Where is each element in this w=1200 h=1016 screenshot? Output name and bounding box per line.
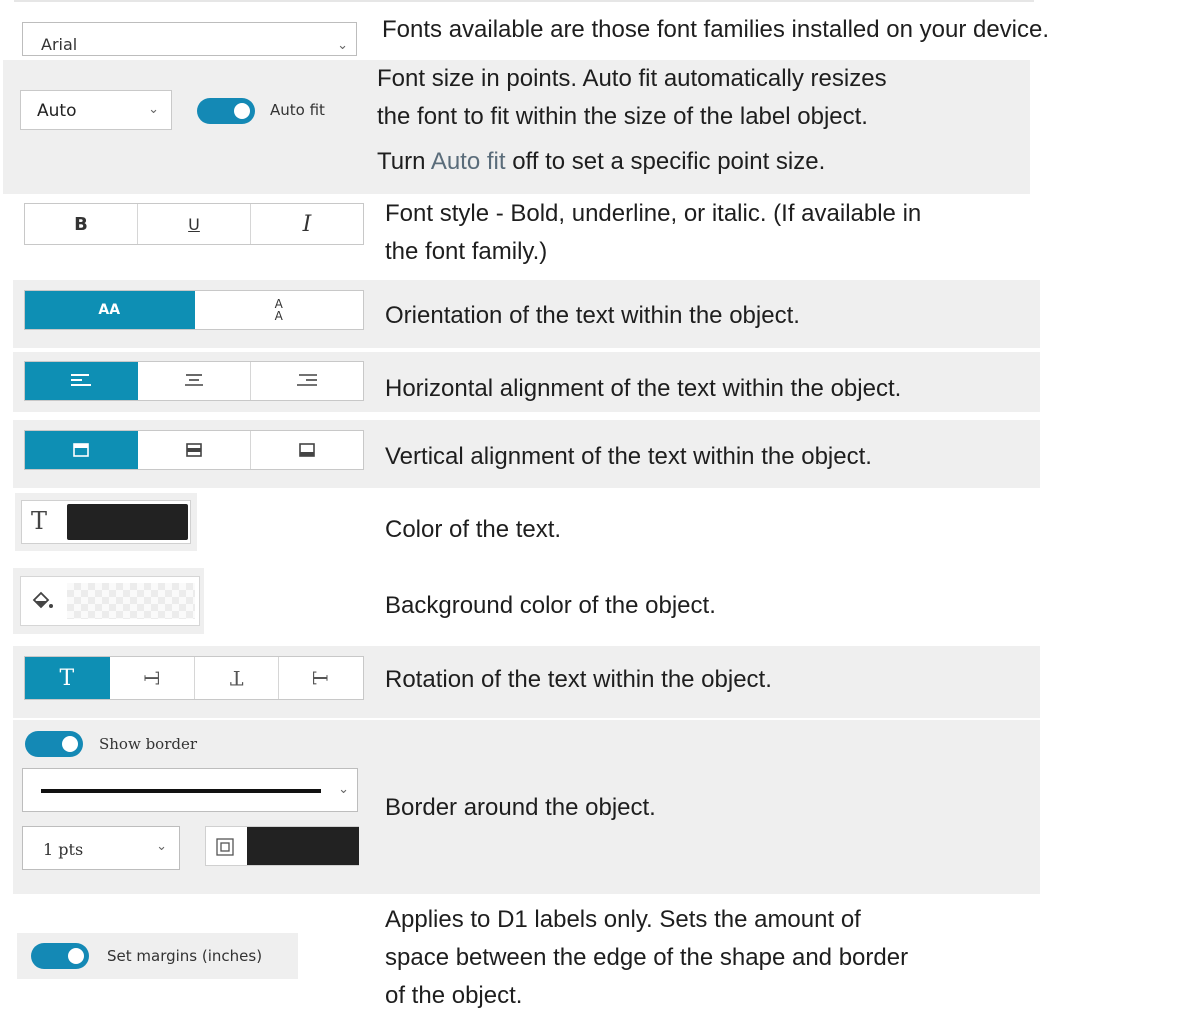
top-divider [14,0,1034,2]
italic-button[interactable]: I [251,204,363,244]
margins-description-line2: space between the edge of the shape and … [385,944,909,971]
text-color-swatch [67,504,188,540]
align-top-icon [73,443,89,457]
underline-button[interactable]: U [138,204,251,244]
font-family-select[interactable]: Arial ⌄ [22,22,357,56]
rotation-180-button[interactable]: T [195,657,280,699]
chevron-down-icon: ⌄ [337,37,348,52]
text-color-description: Color of the text. [385,516,562,543]
auto-fit-toggle[interactable] [197,98,255,124]
background-color-picker[interactable] [20,576,200,626]
font-size-description-line3-post: off to set a specific point size. [505,148,826,175]
font-size-select[interactable]: Auto ⌄ [20,90,172,130]
align-middle-icon [186,443,202,457]
margins-description-line3: of the object. [385,982,523,1009]
stacked-text-icon: AA [274,297,283,323]
orientation-horizontal-button[interactable]: AA [25,291,195,329]
auto-fit-link-text: Auto fit [430,148,506,175]
align-left-button[interactable] [25,362,138,400]
font-size-value: Auto [37,101,77,121]
vertical-alignment-group [24,430,364,470]
show-border-label: Show border [99,735,198,753]
font-size-description-line3: Turn Auto fit off to set a specific poin… [377,143,825,180]
font-size-description-line2: the font to fit within the size of the l… [377,103,868,130]
text-rotation-none-icon: T [59,665,75,691]
rotation-group: T T T T [24,656,364,700]
border-width-select[interactable]: 1 pts ⌄ [22,826,180,870]
align-right-button[interactable] [251,362,363,400]
font-style-description-line2: the font family.) [385,238,548,265]
text-rotation-90-icon: T [139,671,164,685]
align-bottom-button[interactable] [251,431,363,469]
set-margins-toggle[interactable] [31,943,89,969]
background-color-description: Background color of the object. [385,592,716,619]
border-color-picker[interactable] [205,826,359,866]
vertical-alignment-description: Vertical alignment of the text within th… [385,443,872,470]
text-rotation-180-icon: T [229,666,244,690]
rotation-none-button[interactable]: T [25,657,110,699]
rotation-90-button[interactable]: T [110,657,195,699]
align-right-icon [297,374,317,386]
rotation-description: Rotation of the text within the object. [385,666,772,693]
orientation-stacked-button[interactable]: AA [195,291,364,329]
paint-bucket-icon [32,591,53,609]
chevron-down-icon: ⌄ [338,781,349,796]
border-description: Border around the object. [385,794,656,821]
border-color-swatch [247,827,359,865]
orientation-group: AA AA [24,290,364,330]
italic-glyph: I [302,211,312,237]
transparent-swatch [67,583,195,619]
font-size-description-line1: Font size in points. Auto fit automatica… [377,65,887,92]
orientation-horizontal-glyph: AA [98,302,121,318]
margins-description-line1: Applies to D1 labels only. Sets the amou… [385,906,861,933]
underline-glyph: U [188,214,200,234]
text-rotation-270-icon: T [309,671,334,685]
align-bottom-icon [299,443,315,457]
border-style-select[interactable]: ⌄ [22,768,358,812]
font-family-value: Arial [41,35,78,54]
align-center-button[interactable] [138,362,251,400]
show-border-toggle[interactable] [25,731,83,757]
border-width-value: 1 pts [43,840,84,859]
align-left-icon [71,374,91,386]
font-size-description-line3-pre: Turn [377,148,431,175]
border-box-icon [216,838,234,856]
bold-glyph: B [74,213,88,235]
border-style-line [41,789,321,793]
chevron-down-icon: ⌄ [148,101,159,116]
align-center-icon [185,374,203,386]
text-color-picker[interactable]: T [21,500,191,544]
bold-button[interactable]: B [25,204,138,244]
auto-fit-label: Auto fit [270,101,325,119]
font-style-description-line1: Font style - Bold, underline, or italic.… [385,200,922,227]
text-color-icon: T [31,507,48,535]
chevron-down-icon: ⌄ [156,838,167,853]
font-style-group: B U I [24,203,364,245]
rotation-270-button[interactable]: T [279,657,363,699]
align-top-button[interactable] [25,431,138,469]
align-middle-button[interactable] [138,431,251,469]
orientation-description: Orientation of the text within the objec… [385,302,800,329]
horizontal-alignment-group [24,361,364,401]
set-margins-label: Set margins (inches) [107,947,263,965]
horizontal-alignment-description: Horizontal alignment of the text within … [385,375,902,402]
font-family-description: Fonts available are those font families … [382,16,1050,43]
